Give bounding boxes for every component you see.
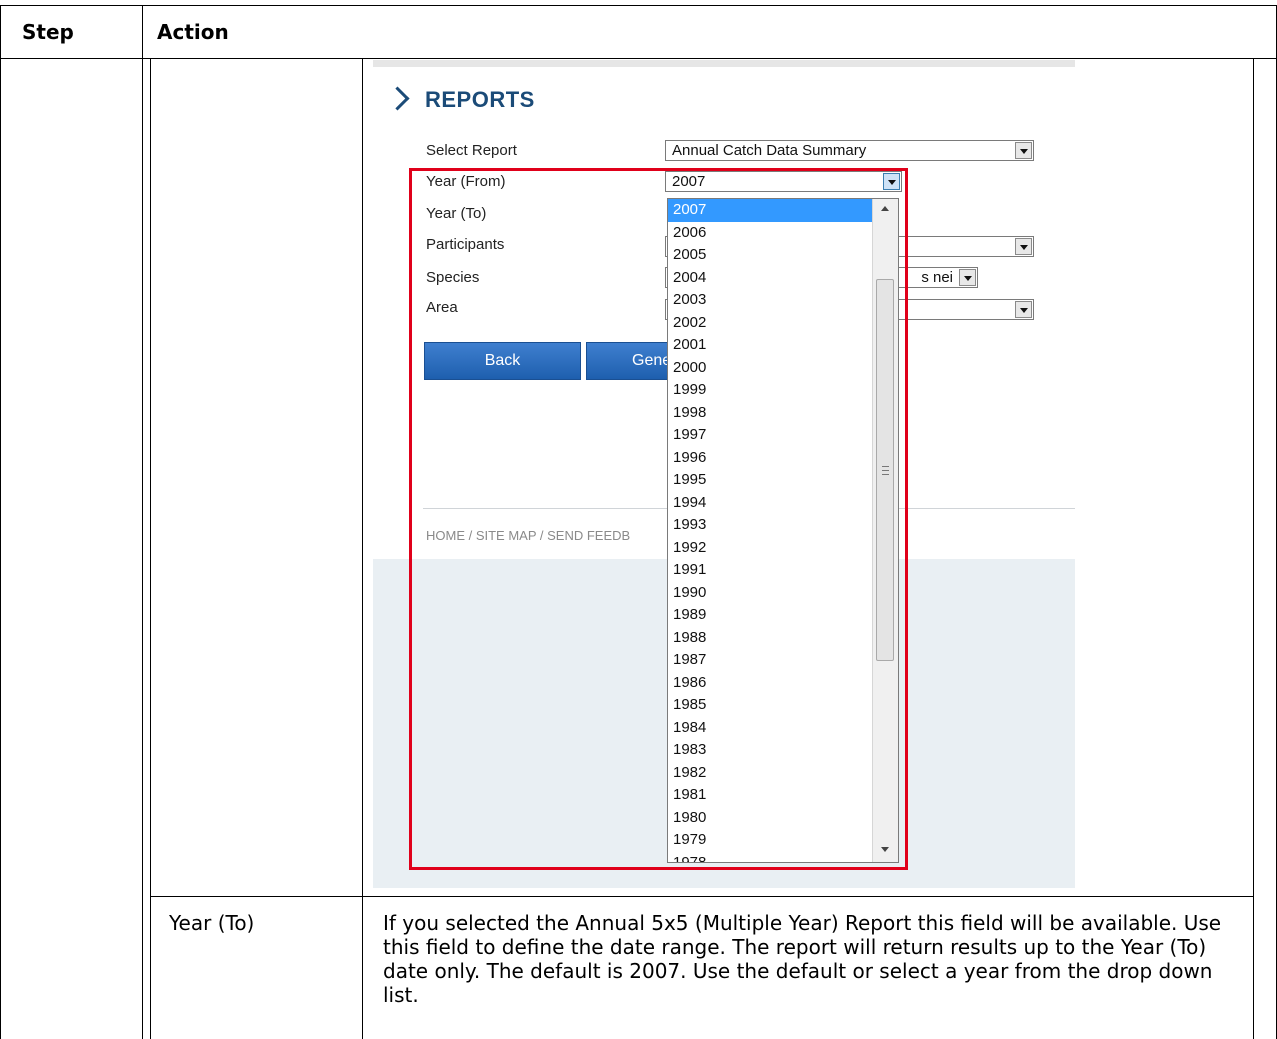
chevron-down-icon[interactable] — [1015, 142, 1032, 159]
chevron-down-icon[interactable] — [1015, 301, 1032, 318]
top-bar — [373, 60, 1075, 67]
select-report-value: Annual Catch Data Summary — [672, 142, 867, 159]
species-value: s nei — [921, 269, 953, 286]
inner-table-right — [1253, 58, 1254, 1039]
chevron-down-icon[interactable] — [1015, 238, 1032, 255]
row-step-label: Year (To) — [169, 911, 255, 935]
label-select-report: Select Report — [426, 142, 517, 159]
reports-title: REPORTS — [425, 87, 535, 112]
table-border-top — [0, 5, 1277, 6]
row-description: If you selected the Annual 5x5 (Multiple… — [383, 911, 1222, 1007]
chevron-right-icon — [385, 86, 410, 111]
header-action: Action — [157, 20, 229, 44]
inner-table-row-divider — [150, 896, 1254, 897]
table-border-left — [0, 5, 1, 1039]
reports-screenshot: REPORTS Select Report Year (From) Year (… — [373, 60, 1075, 888]
select-report-dropdown[interactable]: Annual Catch Data Summary — [665, 140, 1034, 161]
step-col-divider — [142, 5, 143, 1039]
header-step: Step — [22, 20, 74, 44]
inner-table-col-divider — [362, 58, 363, 1039]
inner-table-left — [150, 58, 151, 1039]
inner-table-top — [150, 58, 1254, 59]
chevron-down-icon[interactable] — [959, 269, 976, 286]
highlight-box — [409, 168, 908, 870]
